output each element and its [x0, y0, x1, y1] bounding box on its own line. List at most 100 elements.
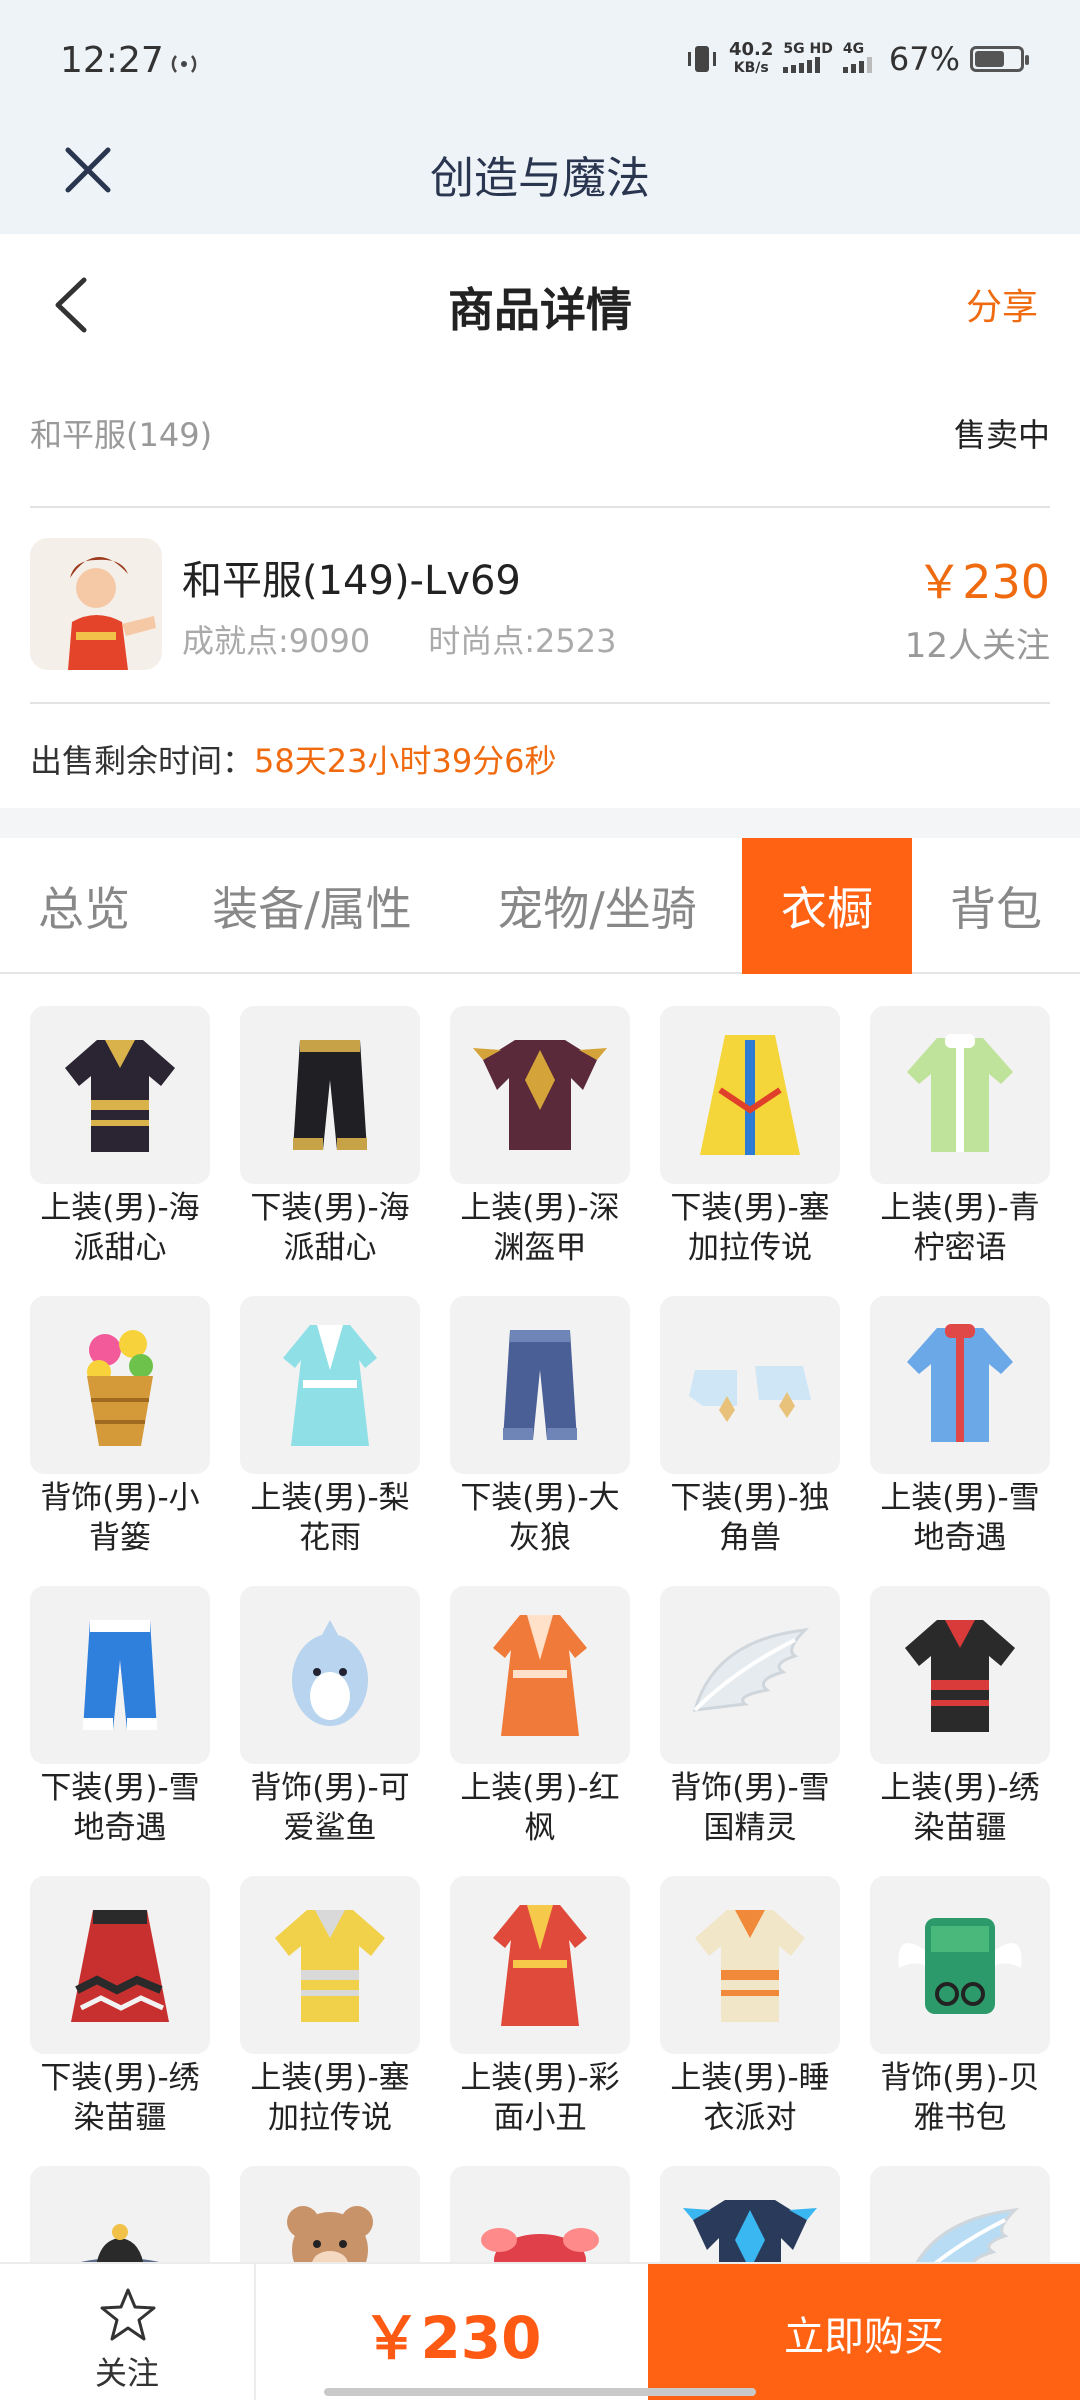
wardrobe-item[interactable]: 上装(男)-海 派甜心: [30, 1006, 210, 1268]
remaining-time-value: 58天23小时39分6秒: [254, 742, 557, 780]
vibrate-icon: [688, 46, 716, 72]
wardrobe-item-label: 上装(男)-睡 衣派对: [660, 2058, 840, 2138]
tab-wardrobe[interactable]: 衣橱: [742, 838, 912, 974]
jacket-icon: [30, 1006, 210, 1184]
wardrobe-item-label-line2: 枫: [524, 1810, 556, 1846]
wardrobe-item[interactable]: 上装(男)-塞 加拉传说: [240, 1876, 420, 2138]
wardrobe-item[interactable]: 上装(男)-绣 染苗疆: [870, 1586, 1050, 1848]
fashion-points: 时尚点:2523: [428, 622, 617, 660]
wardrobe-item-label-line1: 下装(男)-独: [670, 1480, 830, 1516]
wardrobe-item-label-line1: 下装(男)-绣: [40, 2060, 200, 2096]
wardrobe-item-label-line2: 派甜心: [73, 1230, 167, 1266]
coat-icon: [870, 1006, 1050, 1184]
tab-backpack[interactable]: 背包: [912, 838, 1080, 974]
tab-equipment[interactable]: 装备/属性: [168, 838, 456, 974]
wardrobe-item-label-line1: 背饰(男)-小: [40, 1480, 200, 1516]
wardrobe-item[interactable]: 上装(男)-雪 地奇遇: [870, 1296, 1050, 1558]
wardrobe-item-label: 背饰(男)-贝 雅书包: [870, 2058, 1050, 2138]
robe-icon: [450, 1876, 630, 2054]
wardrobe-item[interactable]: 背饰(男)-小 背篓: [30, 1296, 210, 1558]
gesture-bar: [324, 2388, 756, 2396]
hotspot-icon: [171, 55, 197, 73]
wardrobe-item-label-line1: 上装(男)-梨: [250, 1480, 410, 1516]
wardrobe-item-label: 上装(男)-海 派甜心: [30, 1188, 210, 1268]
wardrobe-item-label: 下装(男)-塞 加拉传说: [660, 1188, 840, 1268]
wardrobe-item[interactable]: 背饰(男)-可 爱鲨鱼: [240, 1586, 420, 1848]
battery-fill: [975, 51, 1004, 67]
wardrobe-item[interactable]: 下装(男)-绣 染苗疆: [30, 1876, 210, 2138]
net-speed-unit: KB/s: [733, 60, 769, 76]
detail-tabs: 总览 装备/属性 宠物/坐骑 衣橱 背包: [0, 838, 1080, 974]
wardrobe-item-label: 背饰(男)-雪 国精灵: [660, 1768, 840, 1848]
wardrobe-item-label-line2: 面小丑: [493, 2100, 587, 2136]
tab-overview[interactable]: 总览: [0, 838, 168, 974]
wardrobe-item[interactable]: 上装(男)-青 柠密语: [870, 1006, 1050, 1268]
pants-icon: [30, 1586, 210, 1764]
divider: [30, 702, 1050, 704]
wardrobe-item-label-line1: 上装(男)-绣: [880, 1770, 1040, 1806]
wardrobe-item[interactable]: 上装(男)-深 渊盔甲: [450, 1006, 630, 1268]
remaining-time-label: 出售剩余时间：: [30, 742, 255, 780]
bag-icon: [870, 1876, 1050, 2054]
net-speed-value: 40.2: [729, 39, 774, 60]
follower-count: 12人关注: [904, 626, 1050, 666]
character-icon: [30, 538, 162, 670]
jacket-icon: [870, 1586, 1050, 1764]
wardrobe-item-label-line1: 下装(男)-大: [460, 1480, 620, 1516]
wardrobe-item-label-line2: 爱鲨鱼: [283, 1810, 377, 1846]
product-price: ￥230: [916, 555, 1050, 609]
share-button[interactable]: 分享: [966, 278, 1038, 330]
star-icon: [100, 2288, 156, 2341]
wardrobe-item-label: 下装(男)-海 派甜心: [240, 1188, 420, 1268]
sale-status: 售卖中: [953, 416, 1050, 454]
wardrobe-item-label-line2: 灰狼: [509, 1520, 571, 1556]
wardrobe-item-label: 上装(男)-梨 花雨: [240, 1478, 420, 1558]
follow-label: 关注: [94, 2354, 159, 2392]
wardrobe-item-label-line2: 角兽: [719, 1520, 781, 1556]
wardrobe-item[interactable]: 上装(男)-彩 面小丑: [450, 1876, 630, 2138]
product-card: 和平服(149)-Lv69 成就点:9090 时尚点:2523 ￥230 12人…: [30, 530, 1050, 680]
wardrobe-item[interactable]: 下装(男)-独 角兽: [660, 1296, 840, 1558]
status-indicators: 40.2 KB/s 5G HD 4G 67%: [685, 39, 1029, 78]
wardrobe-item-label-line2: 渊盔甲: [493, 1230, 587, 1266]
wardrobe-item[interactable]: 上装(男)-梨 花雨: [240, 1296, 420, 1558]
wardrobe-item[interactable]: 背饰(男)-贝 雅书包: [870, 1876, 1050, 2138]
wardrobe-item-label-line2: 加拉传说: [688, 1230, 812, 1266]
wardrobe-item-label-line1: 下装(男)-雪: [40, 1770, 200, 1806]
wardrobe-item-label-line2: 柠密语: [913, 1230, 1007, 1266]
pants-icon: [450, 1296, 630, 1474]
wardrobe-item-label: 上装(男)-彩 面小丑: [450, 2058, 630, 2138]
listing-header: 和平服(149) 售卖中: [30, 410, 1050, 456]
sim1-signal: 5G HD: [783, 41, 833, 77]
wardrobe-item-label: 下装(男)-大 灰狼: [450, 1478, 630, 1558]
wardrobe-item-label: 上装(男)-青 柠密语: [870, 1188, 1050, 1268]
clock: 12:27: [60, 40, 164, 81]
wardrobe-item-label-line2: 地奇遇: [73, 1810, 167, 1846]
buy-now-button[interactable]: 立即购买: [648, 2264, 1080, 2400]
wardrobe-item[interactable]: 上装(男)-睡 衣派对: [660, 1876, 840, 2138]
coat-icon: [870, 1296, 1050, 1474]
wardrobe-item-label-line1: 上装(男)-雪: [880, 1480, 1040, 1516]
wardrobe-item-label: 上装(男)-深 渊盔甲: [450, 1188, 630, 1268]
tab-pets-mounts[interactable]: 宠物/坐骑: [456, 838, 738, 974]
jacket-icon: [240, 1876, 420, 2054]
section-gap: [0, 808, 1080, 838]
robe-icon: [450, 1586, 630, 1764]
wardrobe-item[interactable]: 背饰(男)-雪 国精灵: [660, 1586, 840, 1848]
follow-button[interactable]: 关注: [0, 2264, 256, 2400]
wardrobe-item[interactable]: 下装(男)-雪 地奇遇: [30, 1586, 210, 1848]
jacket-icon: [660, 1876, 840, 2054]
wardrobe-item-label-line2: 派甜心: [283, 1230, 377, 1266]
page-title: 商品详情: [448, 283, 632, 337]
wardrobe-item-label-line1: 背饰(男)-雪: [670, 1770, 830, 1806]
wardrobe-item-label-line1: 上装(男)-深: [460, 1190, 620, 1226]
wardrobe-item[interactable]: 下装(男)-塞 加拉传说: [660, 1006, 840, 1268]
wardrobe-item-label: 下装(男)-雪 地奇遇: [30, 1768, 210, 1848]
wardrobe-item[interactable]: 下装(男)-海 派甜心: [240, 1006, 420, 1268]
signal-bars-icon: [842, 57, 872, 73]
wardrobe-item[interactable]: 上装(男)-红枫: [450, 1586, 630, 1848]
wardrobe-item[interactable]: 下装(男)-大 灰狼: [450, 1296, 630, 1558]
wardrobe-item-label: 下装(男)-独 角兽: [660, 1478, 840, 1558]
wardrobe-item-label: 背饰(男)-可 爱鲨鱼: [240, 1768, 420, 1848]
cape-icon: [660, 1006, 840, 1184]
